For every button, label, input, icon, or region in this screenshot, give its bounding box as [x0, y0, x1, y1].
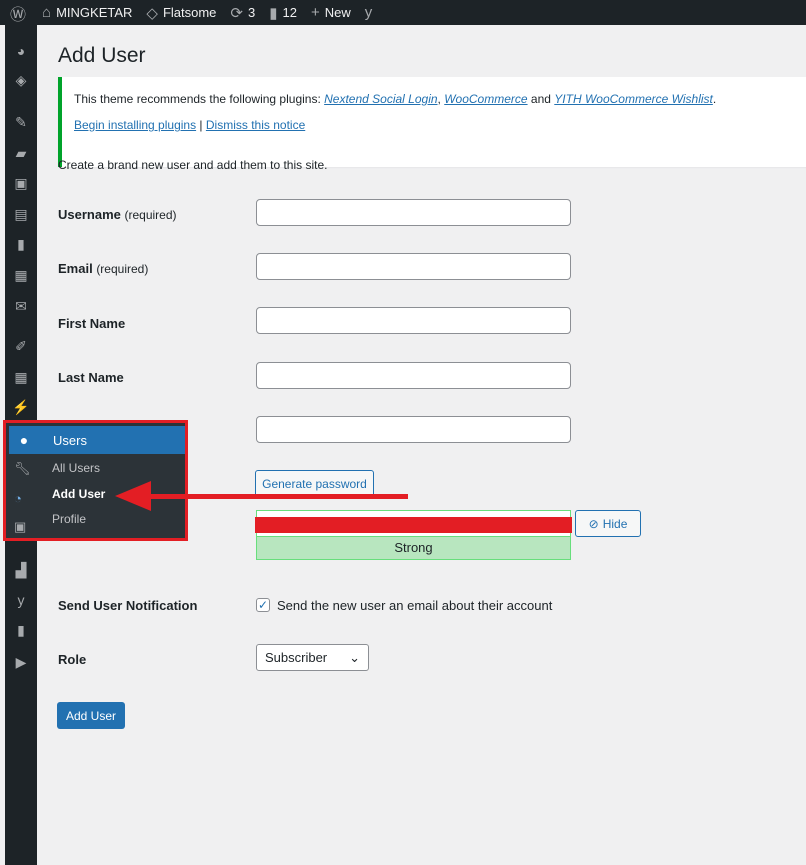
- notify-text: Send the new user an email about their a…: [277, 598, 553, 613]
- plugin-link-nextend[interactable]: Nextend Social Login: [324, 92, 437, 106]
- required: (required): [96, 262, 149, 276]
- yoast-icon[interactable]: y: [11, 592, 31, 608]
- sep: and: [527, 92, 555, 106]
- email-label: Email (required): [58, 261, 148, 276]
- users-label: Users: [53, 432, 87, 448]
- email-input[interactable]: [256, 253, 571, 280]
- hide-label: Hide: [602, 516, 628, 531]
- eye-slash-icon: ⊘: [588, 516, 599, 531]
- tools-icon[interactable]: 🔧︎: [14, 461, 31, 477]
- wordpress-logo-icon[interactable]: Ⓦ: [10, 0, 26, 25]
- first-name-input[interactable]: [256, 307, 571, 334]
- required: (required): [124, 208, 177, 222]
- chevron-down-icon: ⌄: [349, 649, 360, 665]
- intro-text: Create a brand new user and add them to …: [58, 158, 328, 172]
- forms-icon[interactable]: ▦: [11, 369, 31, 385]
- redaction-bar: [255, 517, 572, 533]
- site-name: MINGKETAR: [56, 5, 133, 20]
- add-user-button[interactable]: Add User: [57, 702, 125, 729]
- website-input[interactable]: [256, 416, 571, 443]
- menu-users[interactable]: ● Users: [9, 426, 185, 454]
- settings-icon[interactable]: ▣: [14, 519, 26, 535]
- mail-icon[interactable]: ✉: [11, 298, 31, 314]
- appearance-icon[interactable]: ✐: [11, 338, 31, 354]
- username-label: Username (required): [58, 207, 177, 222]
- home-icon: ⌂: [42, 4, 52, 21]
- play-icon[interactable]: ▶: [11, 654, 31, 670]
- stats-icon[interactable]: ▟: [11, 562, 31, 578]
- refresh-icon: ⟳: [230, 4, 243, 22]
- dashboard-icon[interactable]: ◕: [11, 43, 31, 59]
- submenu-add-user[interactable]: Add User: [52, 487, 105, 501]
- last-name-label: Last Name: [58, 370, 124, 385]
- label: Email: [58, 261, 93, 276]
- table-icon[interactable]: ▦: [11, 267, 31, 283]
- plugin-link-woocommerce[interactable]: WooCommerce: [444, 92, 527, 106]
- dismiss-notice-link[interactable]: Dismiss this notice: [206, 118, 305, 132]
- role-label: Role: [58, 652, 87, 667]
- media-icon[interactable]: ▰: [11, 145, 31, 161]
- role-select[interactable]: Subscriber ⌄: [256, 644, 369, 671]
- comments-count: 12: [282, 5, 297, 20]
- notification-label: Send User Notification: [58, 598, 198, 613]
- plugins-icon[interactable]: ⚡: [11, 399, 31, 415]
- page-title: Add User: [58, 44, 146, 67]
- password-strength: Strong: [256, 536, 571, 560]
- sep: |: [196, 118, 206, 132]
- role-value: Subscriber: [265, 650, 328, 665]
- first-name-label: First Name: [58, 316, 126, 331]
- label: Username: [58, 207, 121, 222]
- notify-checkbox[interactable]: ✓: [256, 598, 270, 612]
- theme-name: Flatsome: [162, 5, 217, 20]
- pages-icon[interactable]: ▤: [11, 206, 31, 222]
- site-link[interactable]: ⌂ MINGKETAR: [42, 0, 132, 25]
- blocks-icon[interactable]: ▣: [11, 175, 31, 191]
- comments-link[interactable]: ▮ 12: [269, 0, 297, 25]
- last-name-input[interactable]: [256, 362, 571, 389]
- plugin-notice: This theme recommends the following plug…: [58, 77, 806, 167]
- theme-link[interactable]: ◇ Flatsome: [146, 0, 216, 25]
- updates-count: 3: [248, 5, 256, 20]
- user-icon: ●: [19, 432, 29, 448]
- posts-pin-icon[interactable]: ✎: [11, 114, 31, 130]
- updates-link[interactable]: ⟳ 3: [230, 0, 255, 25]
- new-link[interactable]: + New: [311, 0, 351, 25]
- yoast-icon[interactable]: y: [365, 0, 373, 25]
- sync-icon[interactable]: ◔: [14, 491, 22, 506]
- sep: .: [712, 92, 717, 106]
- admin-bar: Ⓦ ⌂ MINGKETAR ◇ Flatsome ⟳ 3 ▮ 12 + New y: [0, 0, 806, 25]
- chat-icon[interactable]: ▮: [11, 622, 31, 638]
- red-arrow-annotation: [115, 481, 408, 511]
- submenu-profile[interactable]: Profile: [52, 512, 86, 526]
- comment-icon: ▮: [269, 4, 278, 22]
- plugin-link-yith[interactable]: YITH WooCommerce Wishlist: [554, 92, 713, 106]
- plus-icon: +: [310, 4, 320, 21]
- install-plugins-link[interactable]: Begin installing plugins: [74, 118, 196, 132]
- flatsome-icon[interactable]: ◈: [11, 72, 31, 88]
- submenu-all-users[interactable]: All Users: [52, 461, 100, 475]
- comments-icon[interactable]: ▮: [11, 236, 31, 252]
- diamond-icon: ◇: [146, 4, 158, 22]
- hide-password-button[interactable]: ⊘ Hide: [575, 510, 641, 537]
- notice-text: This theme recommends the following plug…: [74, 92, 325, 106]
- username-input[interactable]: [256, 199, 571, 226]
- new-label: New: [324, 5, 351, 20]
